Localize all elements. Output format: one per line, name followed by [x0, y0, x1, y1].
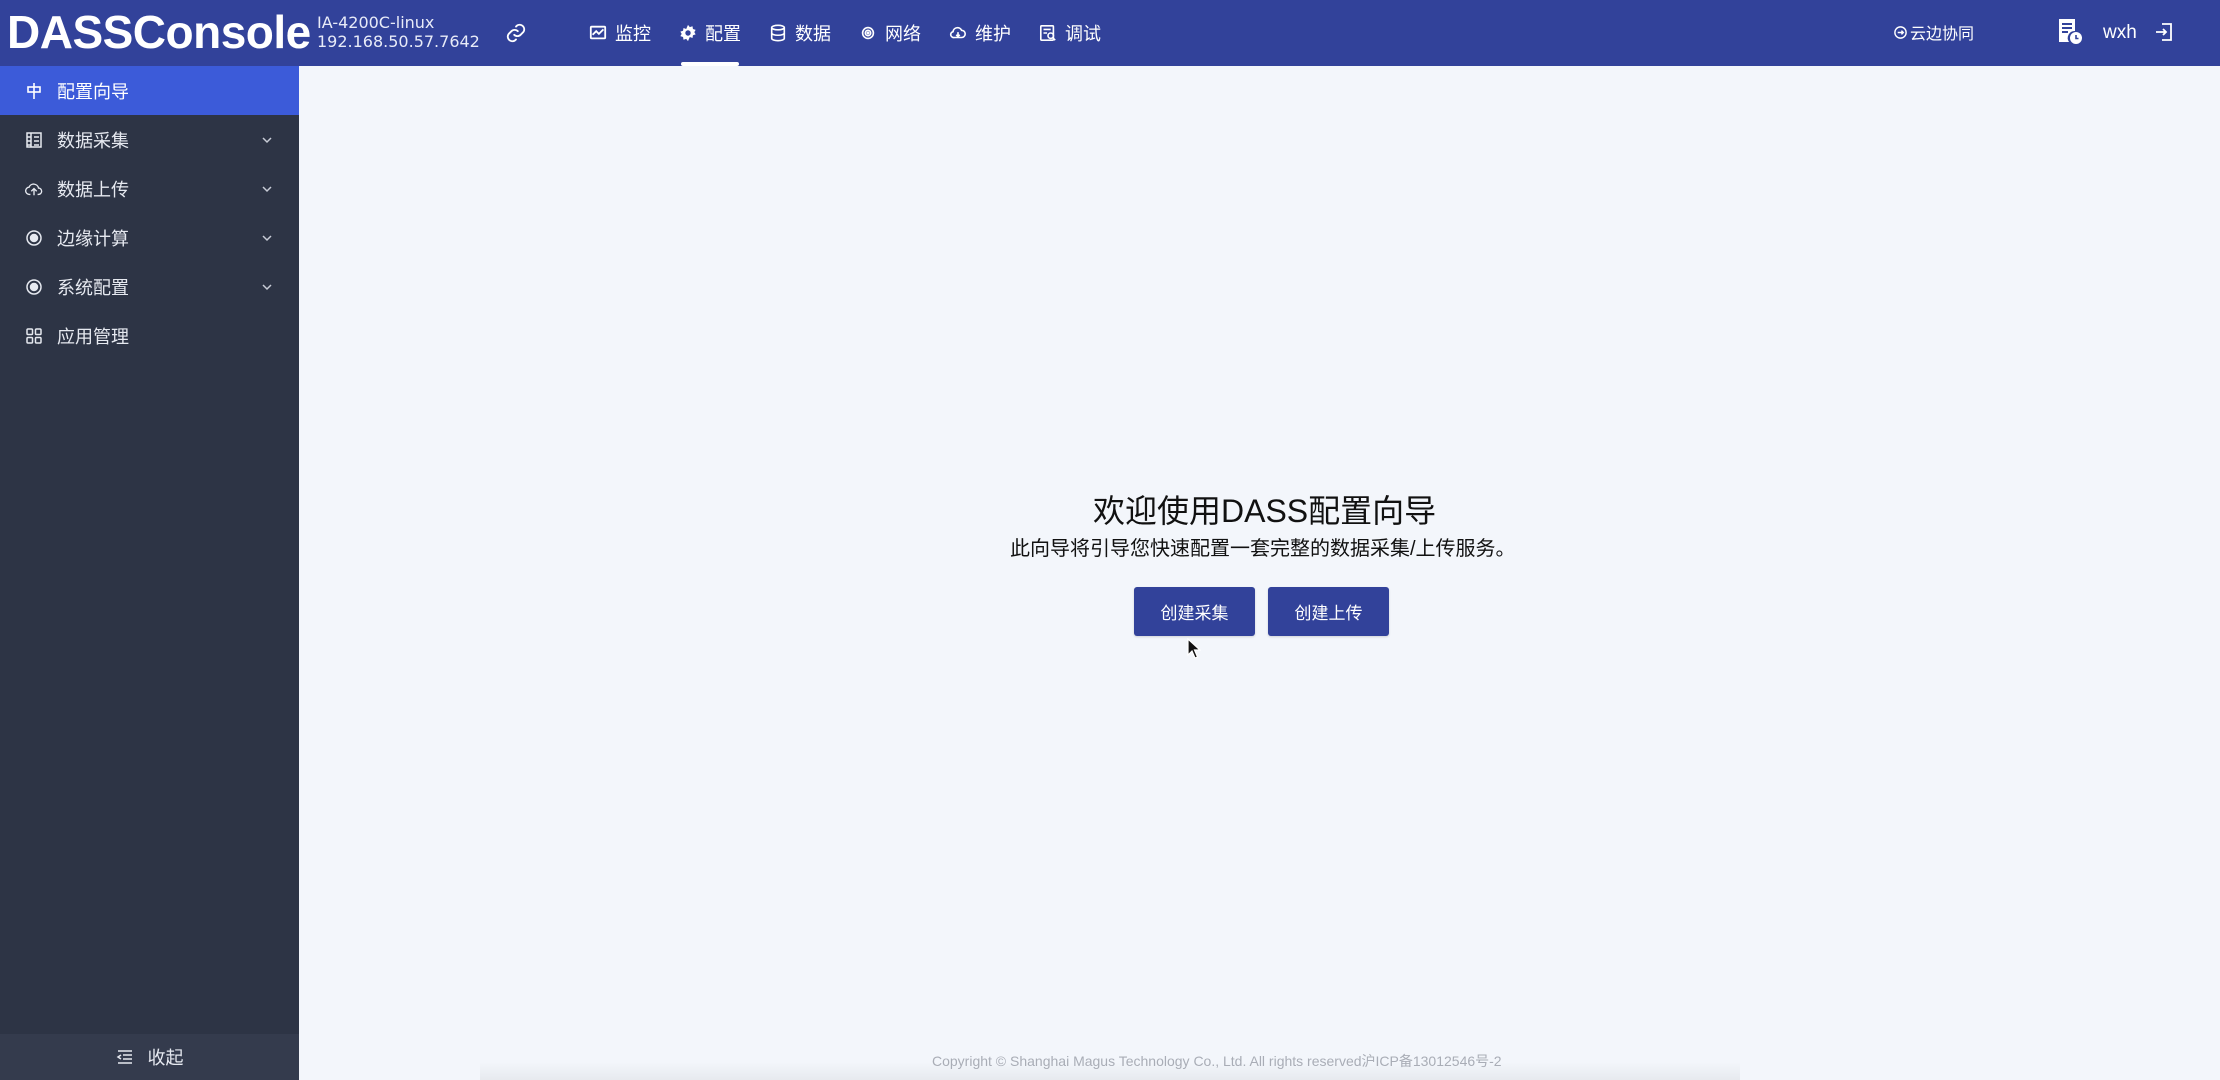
chevron-down-icon — [262, 235, 272, 242]
sidebar-item-upload[interactable]: 数据上传 — [0, 164, 299, 213]
page-subtitle: 此向导将引导您快速配置一套完整的数据采集/上传服务。 — [1010, 538, 1516, 560]
network-icon — [861, 26, 875, 40]
link-icon[interactable] — [505, 22, 527, 44]
chevron-down-icon — [262, 186, 272, 193]
sidebar-item-collect[interactable]: 数据采集 — [0, 115, 299, 164]
nav-monitor[interactable]: 监控 — [575, 0, 665, 66]
wizard-icon — [27, 82, 41, 99]
nav-debug[interactable]: 调试 — [1025, 0, 1115, 66]
nav-monitor-label: 监控 — [615, 24, 651, 44]
nav-config-label: 配置 — [705, 24, 741, 44]
brand-logo[interactable]: DASSConsole — [7, 6, 311, 58]
create-collect-button[interactable]: 创建采集 — [1134, 587, 1255, 636]
nav-network-label: 网络 — [885, 24, 921, 44]
collapse-menu-icon — [116, 1050, 132, 1064]
footer-copyright: Copyright © Shanghai Magus Technology Co… — [932, 1053, 1502, 1069]
collapse-label: 收起 — [147, 1048, 184, 1068]
sidebar-item-apps[interactable]: 应用管理 — [0, 311, 299, 360]
sidebar-item-label: 数据采集 — [57, 130, 129, 151]
nav-maintain[interactable]: 维护 — [935, 0, 1025, 66]
sidebar-item-label: 应用管理 — [57, 326, 129, 347]
cloud-sync-icon — [1894, 25, 1907, 39]
nav-data[interactable]: 数据 — [755, 0, 845, 66]
monitor-icon — [589, 25, 607, 40]
sidebar-item-edge[interactable]: 边缘计算 — [0, 213, 299, 262]
sidebar-item-label: 数据上传 — [57, 179, 129, 200]
log-icon[interactable] — [2057, 18, 2083, 46]
chip-icon — [26, 229, 42, 246]
page-title: 欢迎使用DASS配置向导 — [1093, 493, 1437, 529]
apps-icon — [26, 327, 42, 344]
database-icon — [770, 24, 786, 42]
cloud-edge-button[interactable]: 云边协同 — [1893, 20, 1974, 44]
sidebar-item-system[interactable]: 系统配置 — [0, 262, 299, 311]
upload-icon — [25, 182, 43, 195]
cloud-icon — [949, 26, 966, 39]
sidebar-collapse-button[interactable]: 收起 — [0, 1034, 299, 1080]
sidebar-item-wizard[interactable]: 配置向导 — [0, 66, 299, 115]
chevron-down-icon — [262, 284, 272, 291]
settings-icon — [26, 278, 42, 295]
nav-data-label: 数据 — [795, 24, 831, 44]
sidebar-item-label: 配置向导 — [57, 81, 129, 102]
cloud-edge-label: 云边协同 — [1910, 26, 1975, 43]
sidebar-item-label: 边缘计算 — [57, 228, 129, 249]
nav-network[interactable]: 网络 — [845, 0, 935, 66]
mouse-cursor-icon — [1187, 638, 1201, 659]
main-nav: 监控 配置 数据 网络 维护 调试 — [575, 0, 1115, 66]
chevron-down-icon — [262, 137, 272, 144]
top-bar: DASSConsole IA-4200C-linux 192.168.50.57… — [0, 0, 2220, 66]
user-name[interactable]: wxh — [2103, 22, 2137, 44]
collect-icon — [26, 131, 42, 148]
sidebar-item-label: 系统配置 — [57, 277, 129, 298]
device-address: 192.168.50.57.7642 — [317, 32, 480, 51]
create-upload-button[interactable]: 创建上传 — [1268, 587, 1389, 636]
sidebar: 配置向导 数据采集 数据上传 边缘计算 系统配置 应用管理 收起 — [0, 66, 299, 1080]
debug-icon — [1039, 24, 1056, 42]
nav-debug-label: 调试 — [1065, 24, 1101, 44]
nav-maintain-label: 维护 — [975, 24, 1011, 44]
logout-icon[interactable] — [2153, 21, 2175, 43]
device-model: IA-4200C-linux — [317, 13, 435, 32]
nav-config[interactable]: 配置 — [665, 0, 755, 66]
device-info: IA-4200C-linux 192.168.50.57.7642 — [317, 13, 480, 51]
gear-icon — [680, 24, 696, 42]
